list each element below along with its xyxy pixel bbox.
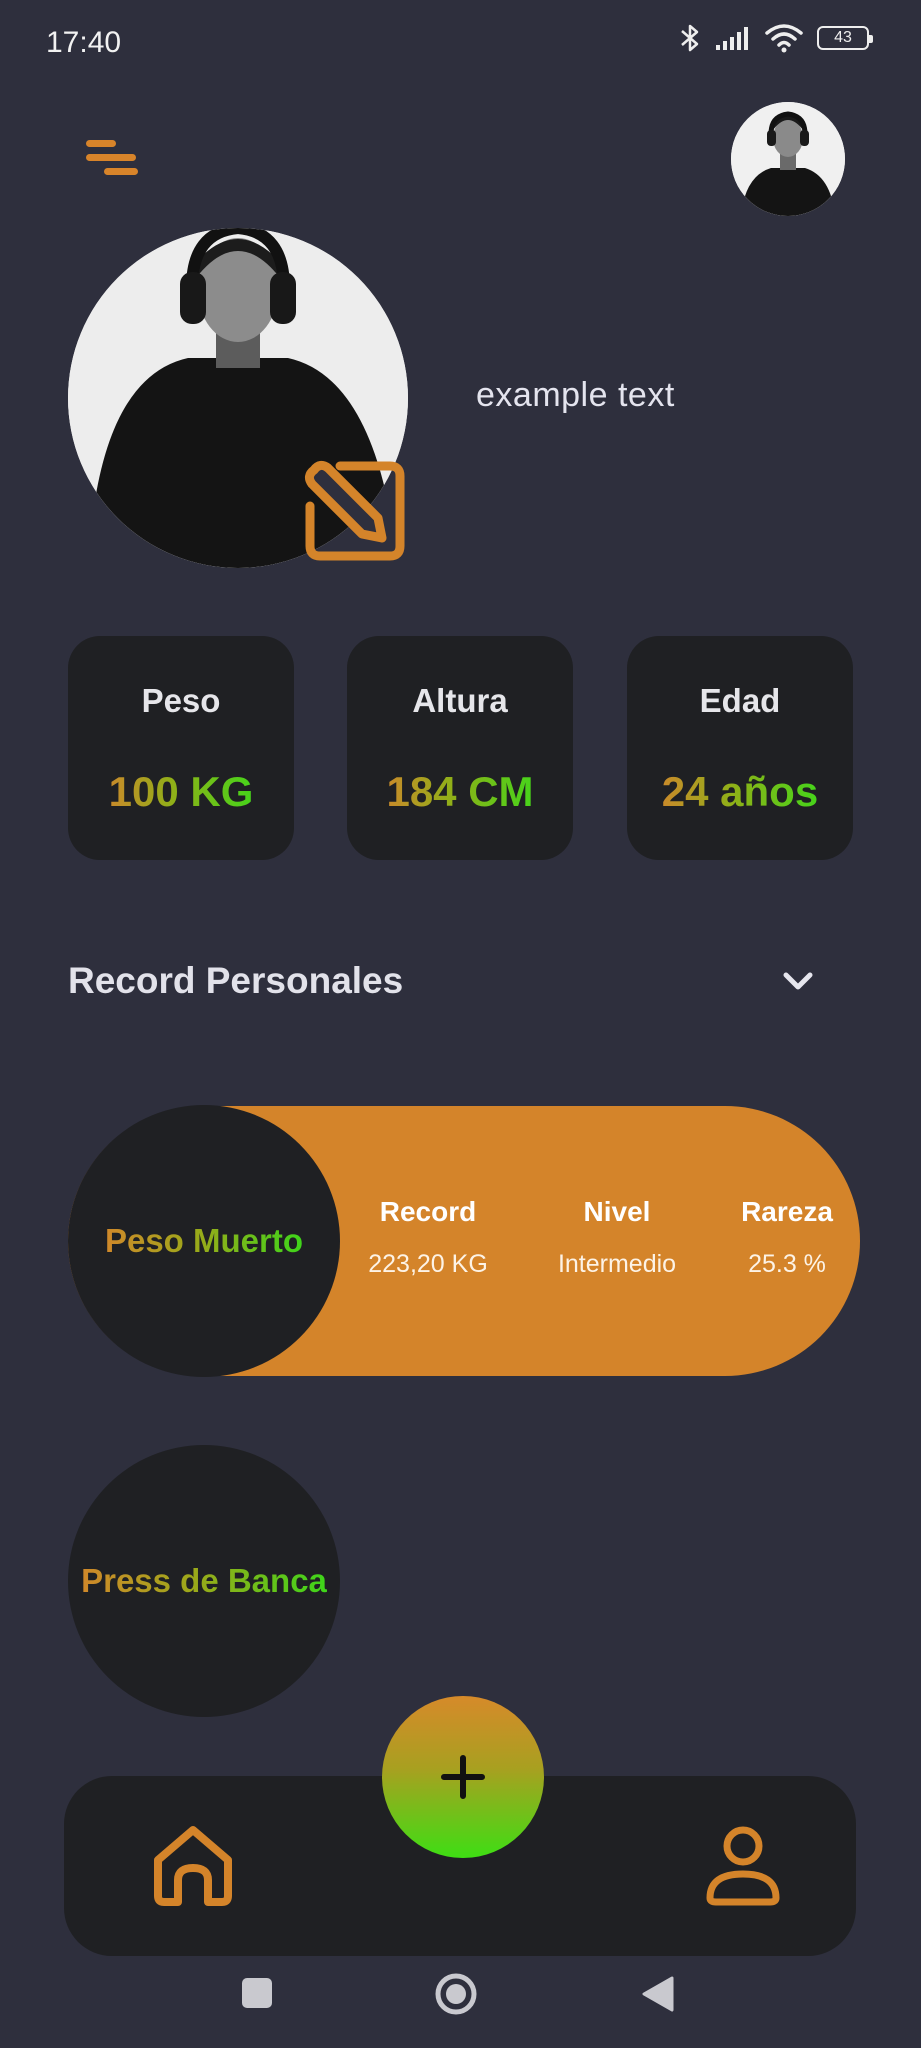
home-icon[interactable] bbox=[150, 1822, 236, 1908]
status-time: 17:40 bbox=[46, 26, 122, 59]
record-column-rarity: Rareza 25.3 % bbox=[697, 1196, 877, 1279]
record-circle-deadlift[interactable]: Peso Muerto bbox=[68, 1105, 340, 1377]
stat-value: 24 años bbox=[661, 768, 819, 815]
home-system-icon[interactable] bbox=[434, 1972, 478, 2016]
menu-icon[interactable] bbox=[82, 136, 142, 180]
recent-apps-icon[interactable] bbox=[242, 1978, 272, 2008]
stat-label: Edad bbox=[699, 682, 781, 719]
back-icon[interactable] bbox=[640, 1974, 676, 2014]
stat-card-height: Altura 184 CM bbox=[347, 636, 573, 860]
wifi-icon bbox=[765, 24, 803, 53]
stat-card-weight: Peso 100 KG bbox=[68, 636, 294, 860]
exercise-name: Peso Muerto bbox=[104, 1222, 304, 1259]
level-label: Nivel bbox=[583, 1196, 651, 1227]
avatar[interactable] bbox=[731, 102, 845, 216]
profile-name: example text bbox=[476, 376, 675, 414]
add-button[interactable] bbox=[382, 1696, 544, 1858]
record-column-level: Nivel Intermedio bbox=[527, 1196, 707, 1279]
status-icons: 43 bbox=[679, 22, 873, 54]
exercise-name: Press de Banca bbox=[81, 1562, 327, 1599]
stat-label: Altura bbox=[412, 682, 508, 719]
record-column-record: Record 223,20 KG bbox=[338, 1196, 518, 1279]
record-circle-bench-press[interactable]: Press de Banca bbox=[68, 1445, 340, 1717]
battery-level: 43 bbox=[834, 29, 852, 46]
avatar-image bbox=[731, 102, 845, 216]
record-label: Record bbox=[379, 1196, 477, 1227]
stat-value: 184 CM bbox=[386, 768, 534, 815]
stat-value: 100 KG bbox=[108, 768, 254, 815]
bluetooth-icon bbox=[681, 24, 699, 52]
stat-card-age: Edad 24 años bbox=[627, 636, 853, 860]
chevron-down-icon[interactable] bbox=[780, 966, 816, 996]
records-section-title: Record Personales bbox=[68, 960, 404, 1001]
level-value: Intermedio bbox=[557, 1250, 677, 1278]
stat-label: Peso bbox=[141, 682, 221, 719]
rarity-value: 25.3 % bbox=[748, 1250, 826, 1278]
record-value: 223,20 KG bbox=[368, 1250, 488, 1278]
user-profile-icon[interactable] bbox=[700, 1822, 786, 1908]
signal-icon bbox=[716, 27, 748, 50]
rarity-label: Rareza bbox=[741, 1196, 833, 1227]
edit-photo-icon[interactable] bbox=[300, 456, 410, 566]
plus-icon bbox=[441, 1755, 485, 1799]
battery-indicator: 43 bbox=[817, 26, 873, 50]
